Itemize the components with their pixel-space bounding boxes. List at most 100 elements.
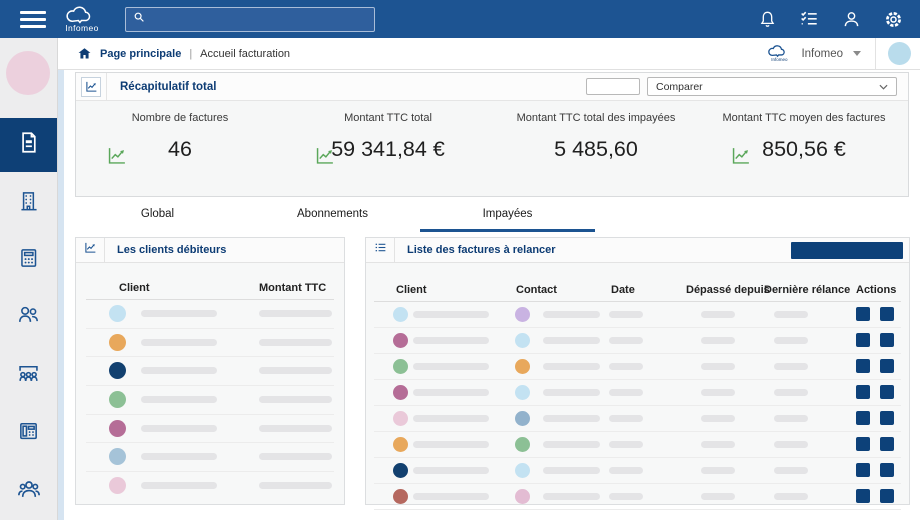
action-button-1[interactable] (856, 437, 870, 451)
action-button-1[interactable] (856, 411, 870, 425)
summary-card: Récapitulatif total Comparer Nombre de f… (75, 72, 909, 197)
sidebar-item-accounting[interactable] (0, 233, 57, 287)
sidebar-item-team[interactable] (0, 464, 57, 518)
invoices-panel-header: Liste des factures à relancer (366, 238, 909, 263)
avatar[interactable] (888, 42, 911, 65)
debtor-row[interactable] (86, 472, 334, 500)
settings-icon[interactable] (882, 8, 904, 30)
action-button-1[interactable] (856, 489, 870, 503)
breadcrumb-primary[interactable]: Page principale (100, 48, 181, 60)
debtor-row[interactable] (86, 357, 334, 387)
debtor-row[interactable] (86, 329, 334, 358)
action-button-1[interactable] (856, 463, 870, 477)
user-icon[interactable] (840, 8, 862, 30)
chevron-down-icon (853, 51, 861, 56)
client-avatar (109, 391, 126, 409)
invoice-row[interactable] (374, 354, 901, 380)
debtors-panel-header: Les clients débiteurs (76, 238, 344, 263)
home-icon[interactable] (77, 46, 92, 61)
last-reminder-skeleton (774, 441, 808, 448)
trend-chart-icon (313, 145, 337, 171)
client-avatar (109, 477, 126, 495)
invoice-row[interactable] (374, 328, 901, 354)
last-reminder-skeleton (774, 337, 808, 344)
app-logo[interactable]: Infomeo (63, 5, 101, 33)
client-name-skeleton (413, 337, 489, 344)
action-button-2[interactable] (880, 437, 894, 451)
column-actions: Actions (856, 284, 897, 296)
invoice-row[interactable] (374, 302, 901, 328)
invoice-row[interactable] (374, 380, 901, 406)
client-name-skeleton (413, 493, 489, 500)
sidebar-item-clients[interactable] (0, 290, 57, 344)
action-button-2[interactable] (880, 411, 894, 425)
debtors-table-header: Client Montant TTC (76, 282, 344, 296)
contact-name-skeleton (543, 363, 600, 370)
action-button-2[interactable] (880, 489, 894, 503)
sidebar-item-meetings[interactable] (0, 349, 57, 403)
breadcrumb-bar: Page principale | Accueil facturation In… (57, 38, 920, 70)
compare-select[interactable]: Comparer (647, 77, 897, 96)
org-switcher[interactable]: Infomeo Infomeo (766, 45, 861, 62)
notifications-icon[interactable] (756, 8, 778, 30)
stat-value: 46 (168, 137, 192, 161)
search-bar[interactable] (125, 6, 375, 32)
client-name-skeleton (141, 482, 217, 490)
client-avatar (393, 359, 408, 374)
debtors-rows (86, 300, 334, 500)
client-avatar (393, 489, 408, 504)
tab-global[interactable]: Global (70, 199, 245, 232)
invoice-row[interactable] (374, 458, 901, 484)
team-icon (15, 475, 43, 508)
stat-average-ttc: Montant TTC moyen des factures 850,56 € (700, 101, 908, 197)
contact-avatar (515, 385, 530, 400)
sidebar-item-companies[interactable] (0, 176, 57, 230)
client-name-skeleton (413, 415, 489, 422)
invoices-icon-cell (366, 238, 395, 262)
sidebar-item-invoices[interactable] (0, 118, 57, 172)
client-avatar (109, 362, 126, 380)
stat-value: 59 341,84 € (331, 137, 445, 161)
debtor-row[interactable] (86, 415, 334, 444)
action-button-1[interactable] (856, 359, 870, 373)
sidebar-avatar[interactable] (6, 51, 50, 95)
sidebar-item-fax[interactable] (0, 406, 57, 460)
tasks-icon[interactable] (798, 8, 820, 30)
last-reminder-skeleton (774, 389, 808, 396)
debtor-row[interactable] (86, 300, 334, 329)
tab-impayees[interactable]: Impayées (420, 199, 595, 232)
amount-skeleton (259, 310, 332, 317)
action-button-2[interactable] (880, 307, 894, 321)
action-button-1[interactable] (856, 385, 870, 399)
stat-value: 850,56 € (762, 137, 846, 161)
relance-primary-button[interactable] (791, 241, 903, 259)
client-avatar (393, 437, 408, 452)
date-skeleton (609, 467, 643, 474)
top-bar: Infomeo (0, 0, 920, 38)
invoice-row[interactable] (374, 406, 901, 432)
action-button-1[interactable] (856, 333, 870, 347)
action-button-2[interactable] (880, 385, 894, 399)
invoices-rows (374, 302, 901, 510)
trend-chart-icon (84, 241, 97, 259)
action-button-2[interactable] (880, 359, 894, 373)
action-button-1[interactable] (856, 307, 870, 321)
contact-name-skeleton (543, 415, 600, 422)
amount-skeleton (259, 453, 332, 461)
menu-icon[interactable] (20, 10, 46, 28)
client-avatar (393, 411, 408, 426)
debtors-panel-title: Les clients débiteurs (117, 244, 227, 256)
client-name-skeleton (413, 389, 489, 396)
search-input[interactable] (151, 12, 368, 26)
tab-abonnements[interactable]: Abonnements (245, 199, 420, 232)
meeting-icon (15, 360, 42, 392)
debtor-row[interactable] (86, 443, 334, 473)
debtor-row[interactable] (86, 386, 334, 415)
client-name-skeleton (141, 424, 217, 432)
summary-filter-input[interactable] (586, 78, 640, 95)
invoice-row[interactable] (374, 484, 901, 510)
trend-chart-icon (81, 76, 101, 97)
action-button-2[interactable] (880, 333, 894, 347)
action-button-2[interactable] (880, 463, 894, 477)
invoice-row[interactable] (374, 432, 901, 458)
